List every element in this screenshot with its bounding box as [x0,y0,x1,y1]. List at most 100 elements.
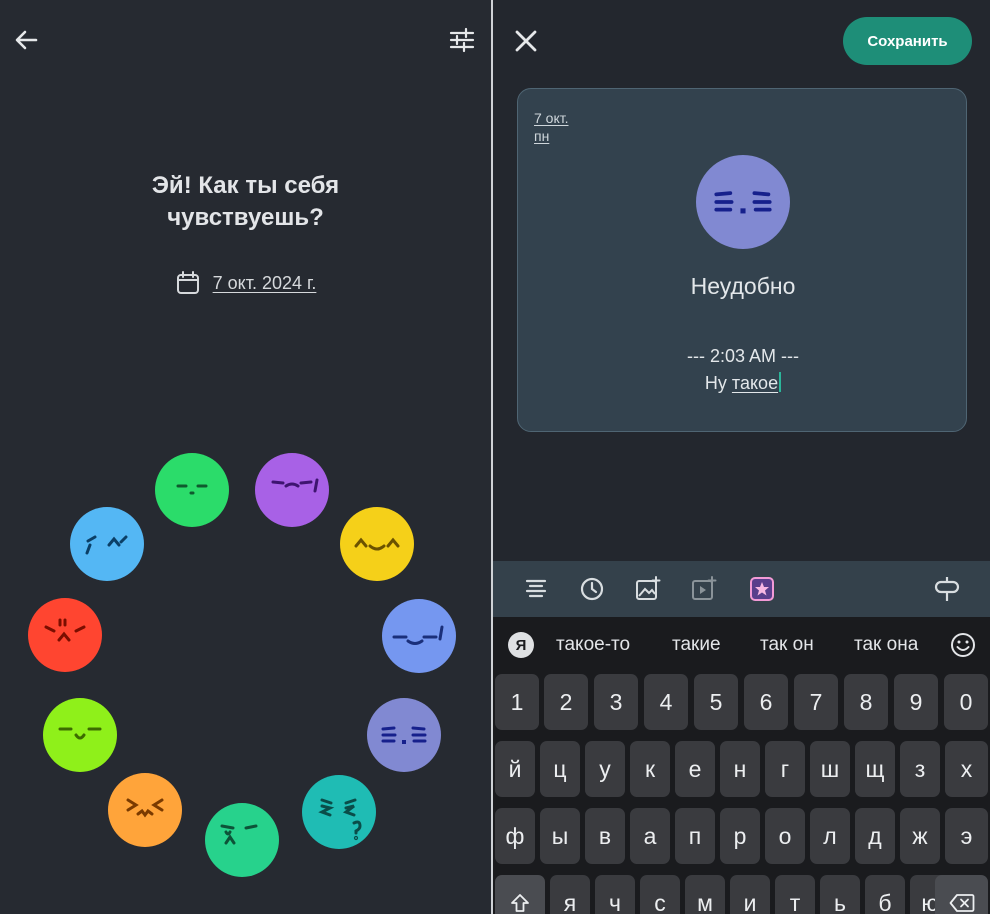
awkward-face-icon [381,726,427,744]
key-letter[interactable]: е [675,741,715,797]
signpost-button[interactable] [929,571,965,607]
entry-mood-face[interactable] [696,155,790,249]
text-caret [779,372,782,392]
key-letter[interactable]: ф [495,808,535,864]
backspace-icon [949,894,974,912]
key-letter[interactable]: ь [820,875,860,914]
key-letter[interactable]: и [730,875,770,914]
angry-face-icon [44,618,86,642]
mood-red-angry[interactable] [28,598,102,672]
key-letter[interactable]: й [495,741,535,797]
time-button[interactable] [574,571,610,607]
key-letter[interactable]: б [865,875,905,914]
key-3[interactable]: 3 [594,674,638,730]
sliders-icon [449,27,475,53]
page-title: Эй! Как ты себя чувствуешь? [0,170,491,234]
key-letter[interactable]: м [685,875,725,914]
mood-orange-excited[interactable] [108,773,182,847]
key-7[interactable]: 7 [794,674,838,730]
date-selector[interactable]: 7 окт. 2024 г. [0,270,491,296]
key-9[interactable]: 9 [894,674,938,730]
key-letter[interactable]: л [810,808,850,864]
key-letter[interactable]: п [675,808,715,864]
entry-editor-screen: Сохранить 7 окт. пн Неудобно --- 2:03 AM… [493,0,990,914]
suggestion-strip: Я такое-то такие так он так она [493,617,990,671]
key-6[interactable]: 6 [744,674,788,730]
add-video-button[interactable] [686,571,722,607]
key-8[interactable]: 8 [844,674,888,730]
content-face-icon [58,727,102,740]
key-letter[interactable]: г [765,741,805,797]
key-0[interactable]: 0 [944,674,988,730]
entry-date-day: 7 окт. [534,110,569,126]
mood-mint-skeptical[interactable] [205,803,279,877]
key-letter[interactable]: щ [855,741,895,797]
key-1[interactable]: 1 [495,674,539,730]
calm-face-icon [176,484,208,495]
key-letter[interactable]: р [720,808,760,864]
note-prefix: Ну [704,373,732,393]
entry-time: --- 2:03 AM --- [686,346,799,366]
tired-face-icon [392,625,444,645]
suggestion-2[interactable]: такие [672,634,721,656]
entry-preview-card: 7 окт. пн Неудобно --- 2:03 AM --- Ну та… [517,88,967,432]
list-button[interactable] [518,571,554,607]
back-button[interactable] [8,22,44,58]
key-letter[interactable]: э [945,808,988,864]
emoji-icon[interactable] [949,631,977,659]
mood-teal-confused[interactable] [302,775,376,849]
yandex-badge[interactable]: Я [508,632,534,658]
suggestion-3[interactable]: так он [760,634,814,656]
sticker-button[interactable] [744,571,780,607]
title-line-1: Эй! Как ты себя [151,172,340,199]
key-letter[interactable]: о [765,808,805,864]
key-letter[interactable]: з [900,741,940,797]
key-letter[interactable]: ш [810,741,850,797]
key-4[interactable]: 4 [644,674,688,730]
shift-key[interactable] [495,875,545,914]
key-letter[interactable]: ц [540,741,580,797]
filter-button[interactable] [444,22,480,58]
backspace-key[interactable] [935,875,988,914]
save-button[interactable]: Сохранить [843,17,972,65]
mood-sky-sad[interactable] [70,507,144,581]
key-letter[interactable]: а [630,808,670,864]
suggestion-1[interactable]: такое-то [556,634,630,656]
mood-green-calm[interactable] [155,453,229,527]
add-video-icon [692,576,717,600]
selected-date[interactable]: 7 окт. 2024 г. [213,273,317,294]
key-5[interactable]: 5 [694,674,738,730]
keyboard: Я такое-то такие так он так она 1 2 3 4 … [493,617,990,914]
close-icon [515,30,537,52]
format-toolbar [493,561,990,617]
key-letter[interactable]: к [630,741,670,797]
suggestion-4[interactable]: так она [854,634,918,656]
key-letter[interactable]: ж [900,808,940,864]
calendar-icon [176,271,199,294]
close-button[interactable] [507,22,545,60]
mood-yellow-happy[interactable] [340,507,414,581]
key-letter[interactable]: д [855,808,895,864]
entry-date-weekday: пн [534,128,550,144]
entry-note-input[interactable]: Ну такое [518,372,968,394]
key-2[interactable]: 2 [544,674,588,730]
mood-periwinkle-awkward[interactable] [367,698,441,772]
sad-face-icon [85,535,128,555]
mood-blue-tired[interactable] [382,599,456,673]
key-letter[interactable]: н [720,741,760,797]
mood-lime-content[interactable] [43,698,117,772]
entry-date[interactable]: 7 окт. пн [534,109,569,145]
key-letter[interactable]: т [775,875,815,914]
star-sticker-icon [750,577,774,601]
key-letter[interactable]: ч [595,875,635,914]
list-icon [525,579,547,598]
mood-purple-annoyed[interactable] [255,453,329,527]
key-letter[interactable]: ы [540,808,580,864]
key-letter[interactable]: х [945,741,988,797]
key-letter[interactable]: я [550,875,590,914]
key-letter[interactable]: в [585,808,625,864]
key-letter[interactable]: у [585,741,625,797]
awkward-face-icon [714,191,772,214]
add-image-button[interactable] [630,571,666,607]
key-letter[interactable]: с [640,875,680,914]
